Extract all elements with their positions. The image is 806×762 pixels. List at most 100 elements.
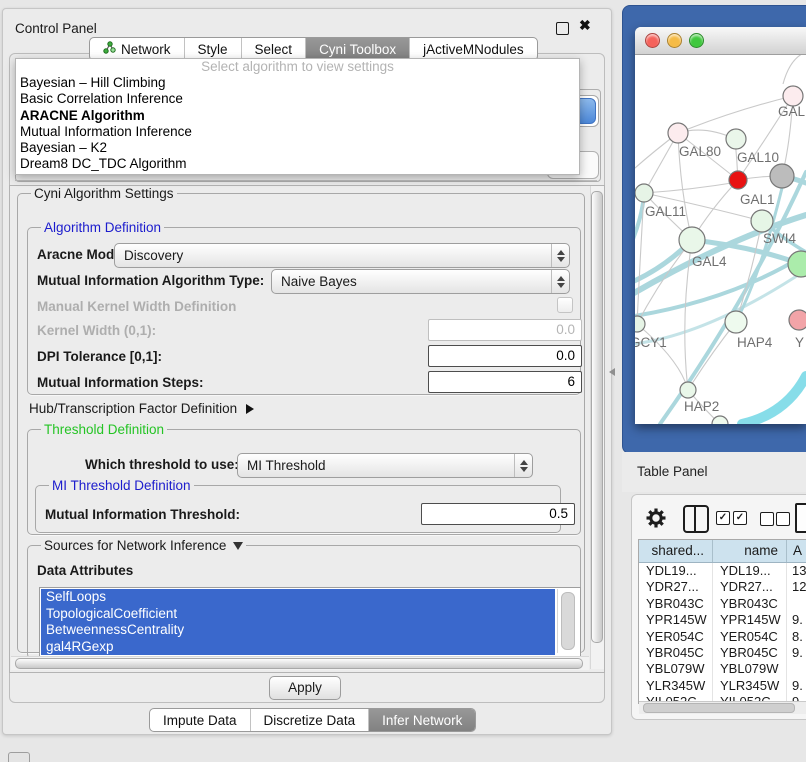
algorithm-option[interactable]: Mutual Information Inference xyxy=(16,124,579,140)
which-threshold-label: Which threshold to use: xyxy=(85,457,239,473)
select-all-checkbox-icon-2[interactable]: ✓ xyxy=(733,511,747,525)
list-scrollbar-thumb[interactable] xyxy=(561,592,575,650)
panel-title: Control Panel xyxy=(15,21,97,36)
table-row[interactable]: YER054C YER054C 8. xyxy=(639,629,806,645)
divider-line xyxy=(15,180,597,181)
collapse-arrow-icon[interactable] xyxy=(233,542,243,550)
mi-threshold-field[interactable]: 0.5 xyxy=(421,503,575,525)
settings-gear-icon[interactable] xyxy=(645,507,667,532)
top-tab[interactable]: Style xyxy=(184,38,241,60)
cell-name: YPR145W xyxy=(713,612,787,628)
algorithm-option[interactable]: Bayesian – K2 xyxy=(16,140,579,156)
attribute-item-selected[interactable]: gal4RGexp xyxy=(41,639,555,656)
network-canvas[interactable]: GALGAL80GAL10GAL1GAL11SWI4GAL4GCY1HAP4YH… xyxy=(635,55,806,424)
top-tab[interactable]: Select xyxy=(241,38,306,60)
kernel-width-field[interactable]: 0.0 xyxy=(428,319,582,341)
mi-steps-label: Mutual Information Steps: xyxy=(37,375,204,391)
minimize-traffic-light[interactable] xyxy=(667,33,682,48)
table-hscrollbar-thumb[interactable] xyxy=(643,703,795,713)
table-row[interactable]: YBR043C YBR043C xyxy=(639,596,806,612)
network-node[interactable] xyxy=(680,382,696,398)
mi-type-combo[interactable]: Naive Bayes xyxy=(271,269,570,294)
network-node[interactable] xyxy=(668,123,688,143)
table-column-header[interactable]: shared... xyxy=(639,540,713,562)
float-window-icon[interactable] xyxy=(556,22,569,35)
network-node[interactable] xyxy=(726,129,746,149)
settings-hscrollbar-thumb[interactable] xyxy=(15,658,583,669)
bottom-tab-label: Infer Network xyxy=(382,713,462,728)
top-tab[interactable]: Cyni Toolbox xyxy=(305,38,409,60)
algorithm-option[interactable]: Dream8 DC_TDC Algorithm xyxy=(16,156,579,172)
network-node[interactable] xyxy=(725,311,747,333)
table-column-header[interactable]: A xyxy=(787,540,806,562)
deselect-checkbox-icon-2[interactable] xyxy=(776,512,790,526)
collapsed-panel-button[interactable] xyxy=(8,752,30,762)
settings-vscrollbar-thumb[interactable] xyxy=(591,191,603,643)
file-icon[interactable] xyxy=(795,503,806,533)
top-tab-label: Network xyxy=(121,42,171,57)
bottom-tab[interactable]: Infer Network xyxy=(368,709,475,731)
cell-shared-name: YLR345W xyxy=(639,678,713,694)
close-icon[interactable]: ✖ xyxy=(579,17,591,34)
stepper-arrows-icon[interactable] xyxy=(551,244,569,267)
network-node[interactable] xyxy=(635,316,645,332)
select-all-checkbox-icon[interactable]: ✓ xyxy=(716,511,730,525)
list-scrollbar[interactable] xyxy=(557,589,578,653)
apply-button[interactable]: Apply xyxy=(269,676,341,700)
cell-shared-name: YDL19... xyxy=(639,563,713,579)
network-node[interactable] xyxy=(770,164,794,188)
deselect-checkbox-icon[interactable] xyxy=(760,512,774,526)
top-tab[interactable]: Network xyxy=(90,38,184,60)
table-row[interactable]: YDL19... YDL19... 13 xyxy=(639,563,806,579)
dropdown-placeholder: Select algorithm to view settings xyxy=(16,59,579,75)
which-threshold-value: MI Threshold xyxy=(238,458,514,473)
algorithm-definition-title: Algorithm Definition xyxy=(41,220,164,235)
algorithm-list: Bayesian – Hill ClimbingBasic Correlatio… xyxy=(16,75,579,173)
cell-value: 8. xyxy=(787,629,806,645)
network-node[interactable] xyxy=(788,251,806,277)
column-layout-icon[interactable] xyxy=(683,505,709,533)
algorithm-option[interactable]: Basic Correlation Inference xyxy=(16,91,579,107)
algorithm-option[interactable]: ARACNE Algorithm xyxy=(16,108,579,124)
sources-title-label: Sources for Network Inference xyxy=(44,538,226,553)
cyni-settings-group-title: Cyni Algorithm Settings xyxy=(31,186,177,201)
stepper-arrows-icon[interactable] xyxy=(514,454,532,477)
network-node[interactable] xyxy=(729,171,747,189)
algorithm-option[interactable]: Bayesian – Hill Climbing xyxy=(16,75,579,91)
hub-definition-toggle[interactable]: Hub/Transcription Factor Definition xyxy=(29,401,254,416)
splitter-arrow-icon[interactable] xyxy=(609,368,615,376)
bottom-tab[interactable]: Impute Data xyxy=(150,709,250,731)
cell-name: YDR27... xyxy=(713,579,787,595)
network-node[interactable] xyxy=(789,310,806,330)
stepper-arrows-icon[interactable] xyxy=(551,270,569,293)
top-tab[interactable]: jActiveMNodules xyxy=(409,38,537,60)
table-row[interactable]: YLR345W YLR345W 9. xyxy=(639,678,806,694)
network-node[interactable] xyxy=(635,184,653,202)
aracne-mode-combo[interactable]: Discovery xyxy=(114,243,570,268)
algorithm-dropdown-popup: Select algorithm to view settings Bayesi… xyxy=(15,58,580,175)
attribute-item-selected[interactable]: TopologicalCoefficient xyxy=(41,606,555,623)
dpi-tolerance-field[interactable]: 0.0 xyxy=(428,345,582,367)
aracne-mode-label: Aracne Mode: xyxy=(37,247,126,263)
which-threshold-combo[interactable]: MI Threshold xyxy=(237,453,533,478)
close-traffic-light[interactable] xyxy=(645,33,660,48)
network-node[interactable] xyxy=(679,227,705,253)
network-window-titlebar[interactable] xyxy=(635,27,806,55)
table-row[interactable]: YPR145W YPR145W 9. xyxy=(639,612,806,628)
network-node[interactable] xyxy=(751,210,773,232)
attribute-item-selected[interactable]: BetweennessCentrality xyxy=(41,622,555,639)
table-row[interactable]: YBL079W YBL079W xyxy=(639,661,806,677)
table-column-header[interactable]: name xyxy=(713,540,787,562)
network-node[interactable] xyxy=(783,86,803,106)
bottom-tab[interactable]: Discretize Data xyxy=(250,709,369,731)
table-row[interactable]: YBR045C YBR045C 9. xyxy=(639,645,806,661)
attribute-item-selected[interactable]: SelfLoops xyxy=(41,589,555,606)
cell-value: 13 xyxy=(787,563,806,579)
expand-arrow-icon[interactable] xyxy=(246,404,254,414)
sources-group-title[interactable]: Sources for Network Inference xyxy=(41,538,246,553)
zoom-traffic-light[interactable] xyxy=(689,33,704,48)
mi-steps-field[interactable]: 6 xyxy=(428,371,582,393)
network-node[interactable] xyxy=(712,416,728,424)
manual-kernel-checkbox[interactable] xyxy=(557,297,573,313)
table-row[interactable]: YDR27... YDR27... 12 xyxy=(639,579,806,595)
